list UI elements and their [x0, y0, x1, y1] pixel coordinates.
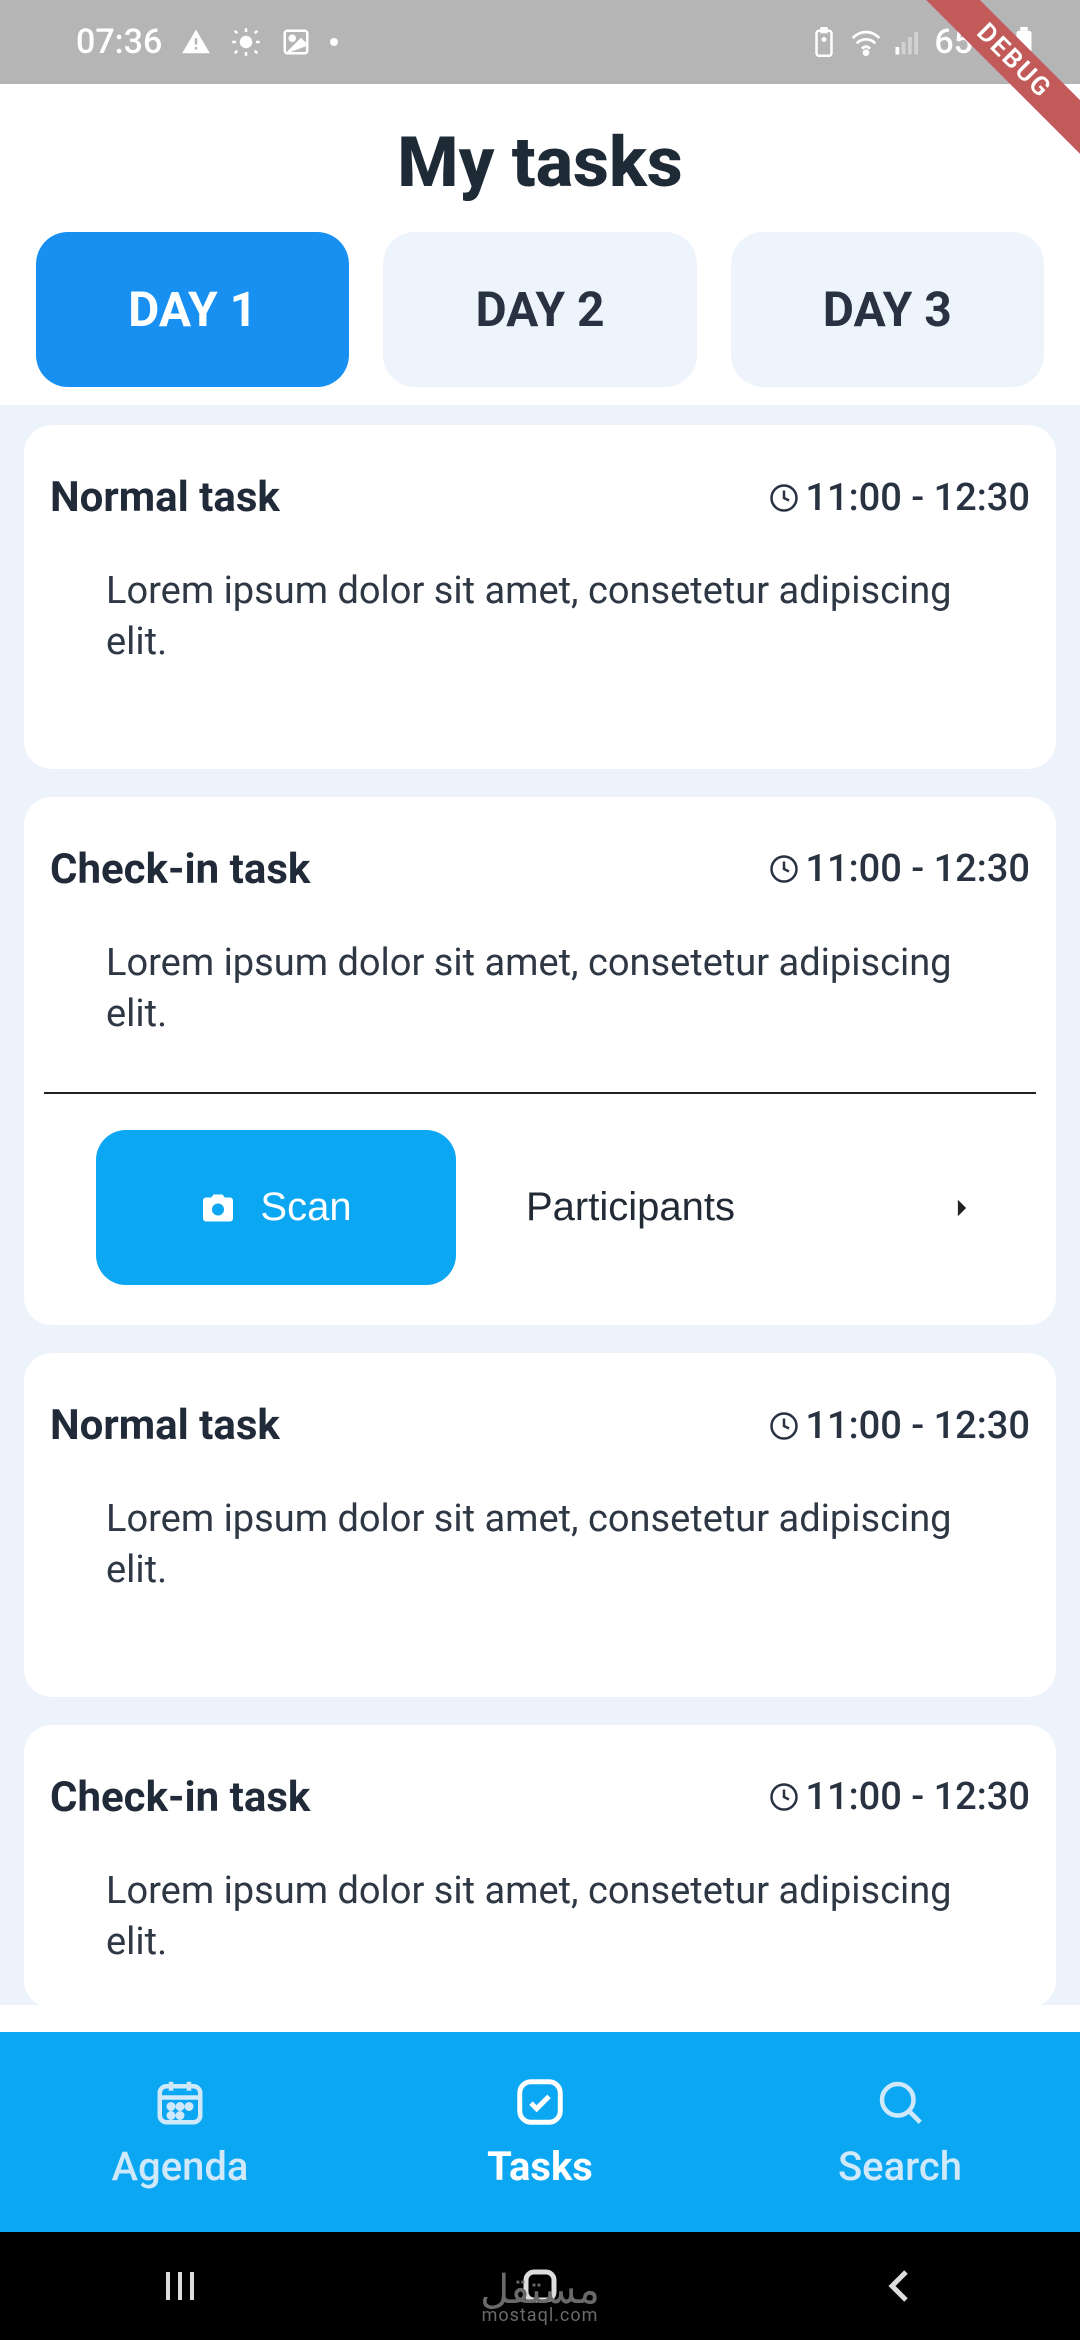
- calendar-icon: [153, 2075, 207, 2129]
- recents-button[interactable]: [156, 2262, 204, 2310]
- tab-day-1[interactable]: DAY 1: [36, 232, 349, 387]
- warning-icon: [180, 26, 212, 58]
- chevron-right-icon: [954, 1197, 970, 1219]
- battery-saver-icon: [808, 26, 840, 58]
- status-right: 65%: [808, 22, 1040, 62]
- bottom-nav: Agenda Tasks Search: [0, 2032, 1080, 2232]
- watermark: مستقل mostaql.com: [480, 2272, 600, 2324]
- task-description: Lorem ipsum dolor sit amet, consetetur a…: [50, 1494, 1030, 1597]
- day-tabs: DAY 1 DAY 2 DAY 3: [0, 232, 1080, 405]
- clock-icon: [769, 1782, 799, 1812]
- weather-icon: [230, 26, 262, 58]
- task-card[interactable]: Normal task 11:00 - 12:30 Lorem ipsum do…: [24, 425, 1056, 769]
- task-time: 11:00 - 12:30: [769, 476, 1030, 520]
- task-card[interactable]: Normal task 11:00 - 12:30 Lorem ipsum do…: [24, 1353, 1056, 1697]
- clock-icon: [769, 854, 799, 884]
- task-title: Check-in task: [50, 845, 310, 894]
- nav-tasks[interactable]: Tasks: [360, 2032, 720, 2232]
- nav-agenda[interactable]: Agenda: [0, 2032, 360, 2232]
- nav-search[interactable]: Search: [720, 2032, 1080, 2232]
- task-time: 11:00 - 12:30: [769, 1404, 1030, 1448]
- nav-label: Tasks: [487, 2143, 593, 2190]
- status-time: 07:36: [76, 22, 162, 62]
- task-title: Check-in task: [50, 1773, 310, 1822]
- clock-icon: [769, 1411, 799, 1441]
- battery-percent: 65%: [934, 22, 998, 62]
- signal-icon: [892, 26, 924, 58]
- system-nav-bar: مستقل mostaql.com: [0, 2232, 1080, 2340]
- page-header: My tasks: [0, 84, 1080, 232]
- home-button[interactable]: مستقل mostaql.com: [516, 2262, 564, 2310]
- wifi-icon: [850, 26, 882, 58]
- page-title: My tasks: [0, 122, 1080, 204]
- divider: [44, 1092, 1036, 1094]
- back-button[interactable]: [876, 2262, 924, 2310]
- status-bar: 07:36 65% DEBUG: [0, 0, 1080, 84]
- task-description: Lorem ipsum dolor sit amet, consetetur a…: [50, 566, 1030, 669]
- task-description: Lorem ipsum dolor sit amet, consetetur a…: [50, 1866, 1030, 1969]
- task-time: 11:00 - 12:30: [769, 1775, 1030, 1819]
- image-icon: [280, 26, 312, 58]
- check-icon: [513, 2075, 567, 2129]
- scan-button[interactable]: Scan: [96, 1130, 456, 1285]
- status-left: 07:36: [76, 22, 338, 62]
- task-title: Normal task: [50, 1401, 280, 1450]
- task-time: 11:00 - 12:30: [769, 847, 1030, 891]
- camera-icon: [200, 1190, 236, 1226]
- nav-label: Agenda: [112, 2143, 249, 2190]
- nav-label: Search: [838, 2143, 962, 2190]
- more-dot-icon: [330, 38, 338, 46]
- battery-icon: [1008, 26, 1040, 58]
- clock-icon: [769, 483, 799, 513]
- task-card[interactable]: Check-in task 11:00 - 12:30 Lorem ipsum …: [24, 797, 1056, 1326]
- participants-button[interactable]: Participants: [496, 1185, 1030, 1230]
- search-icon: [873, 2075, 927, 2129]
- task-description: Lorem ipsum dolor sit amet, consetetur a…: [50, 938, 1030, 1041]
- task-card[interactable]: Check-in task 11:00 - 12:30 Lorem ipsum …: [24, 1725, 1056, 2005]
- tab-day-2[interactable]: DAY 2: [383, 232, 696, 387]
- tab-day-3[interactable]: DAY 3: [731, 232, 1044, 387]
- task-title: Normal task: [50, 473, 280, 522]
- task-list[interactable]: Normal task 11:00 - 12:30 Lorem ipsum do…: [0, 405, 1080, 2005]
